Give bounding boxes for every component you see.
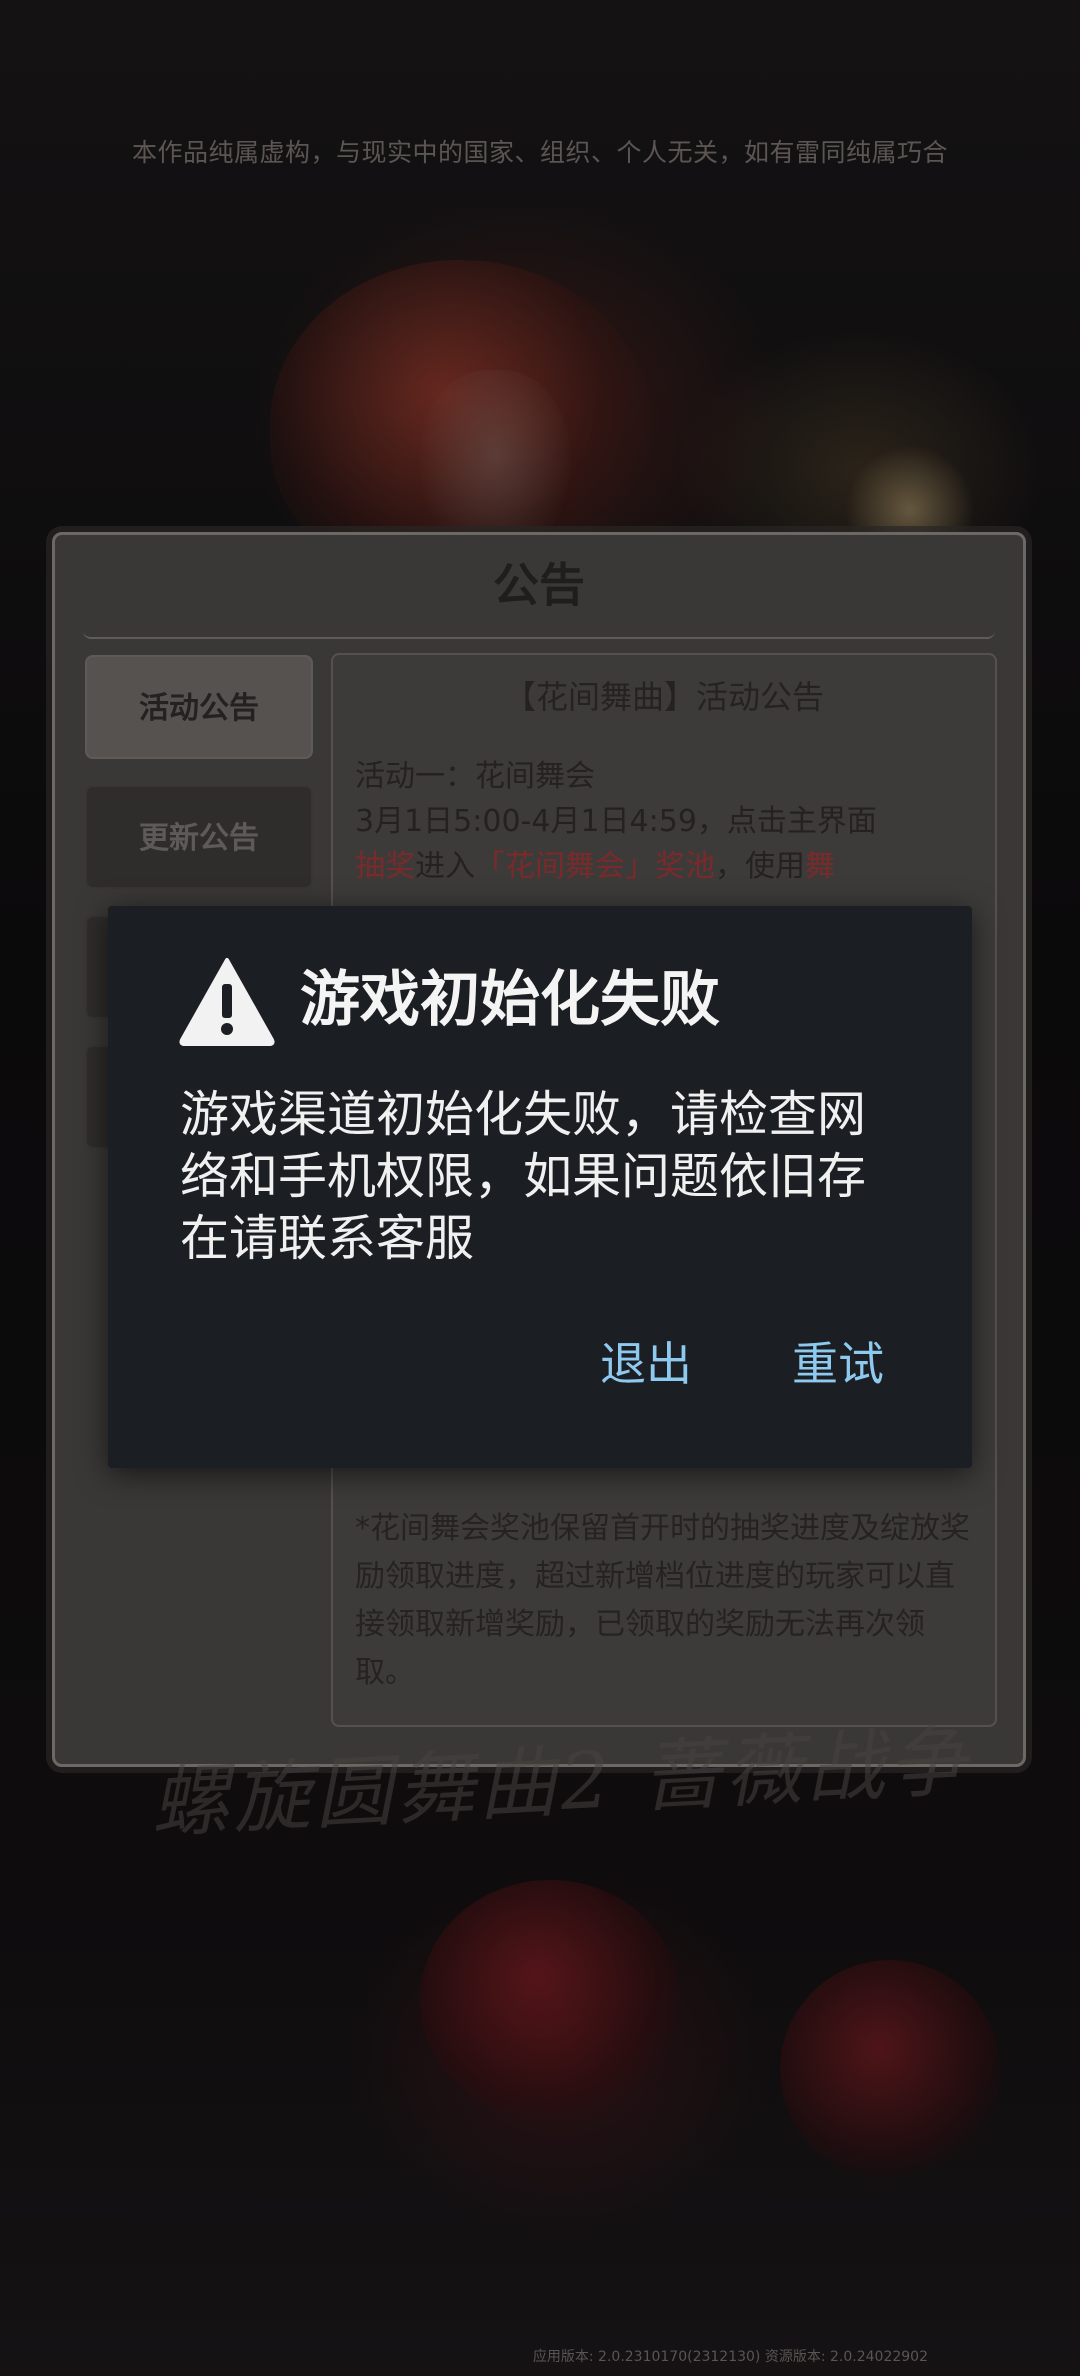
- disclaimer-text: 本作品纯属虚构，与现实中的国家、组织、个人无关，如有雷同纯属巧合: [131, 138, 948, 167]
- game-screen: 本作品纯属虚构，与现实中的国家、组织、个人无关，如有雷同纯属巧合 公告 活动公告…: [0, 0, 1080, 2376]
- content-text: ，使用: [715, 849, 805, 884]
- version-info: 应用版本: 2.0.2310170(2312130) 资源版本: 2.0.240…: [532, 2349, 928, 2365]
- dialog-message: 游戏渠道初始化失败，请检查网络和手机权限，如果问题依旧存在请联系客服: [180, 1086, 867, 1267]
- notice-content-heading: 【花间舞曲】活动公告: [503, 678, 824, 716]
- notice-content-body: 活动一：花间舞会 3月1日5:00-4月1日4:59，点击主界面 抽奖进入「花间…: [355, 754, 973, 889]
- rose-decoration: [780, 1960, 1000, 2180]
- notice-content-note: *花间舞会奖池保留首开时的抽奖进度及绽放奖励领取进度，超过新增档位进度的玩家可以…: [355, 1511, 970, 1690]
- highlight-text: 「花间舞会」奖池: [475, 849, 715, 884]
- content-text: 进入: [415, 849, 475, 884]
- content-line: 活动一：花间舞会: [355, 759, 595, 794]
- tab-update-notice[interactable]: 更新公告: [85, 785, 313, 889]
- dialog-title: 游戏初始化失败: [300, 965, 720, 1035]
- content-line: 3月1日5:00-4月1日4:59，点击主界面: [355, 804, 877, 839]
- notice-title: 公告: [493, 558, 585, 612]
- tab-activity-notice[interactable]: 活动公告: [85, 655, 313, 759]
- rose-decoration: [420, 1880, 680, 2120]
- highlight-text: 舞: [805, 849, 835, 884]
- retry-button[interactable]: 重试: [778, 1324, 898, 1404]
- content-line: 抽奖进入「花间舞会」奖池，使用舞: [355, 844, 973, 889]
- init-failure-dialog: 游戏初始化失败 游戏渠道初始化失败，请检查网络和手机权限，如果问题依旧存在请联系…: [108, 906, 972, 1468]
- highlight-text: 抽奖: [355, 849, 415, 884]
- exit-button[interactable]: 退出: [586, 1324, 706, 1404]
- warning-triangle-icon: [179, 958, 275, 1046]
